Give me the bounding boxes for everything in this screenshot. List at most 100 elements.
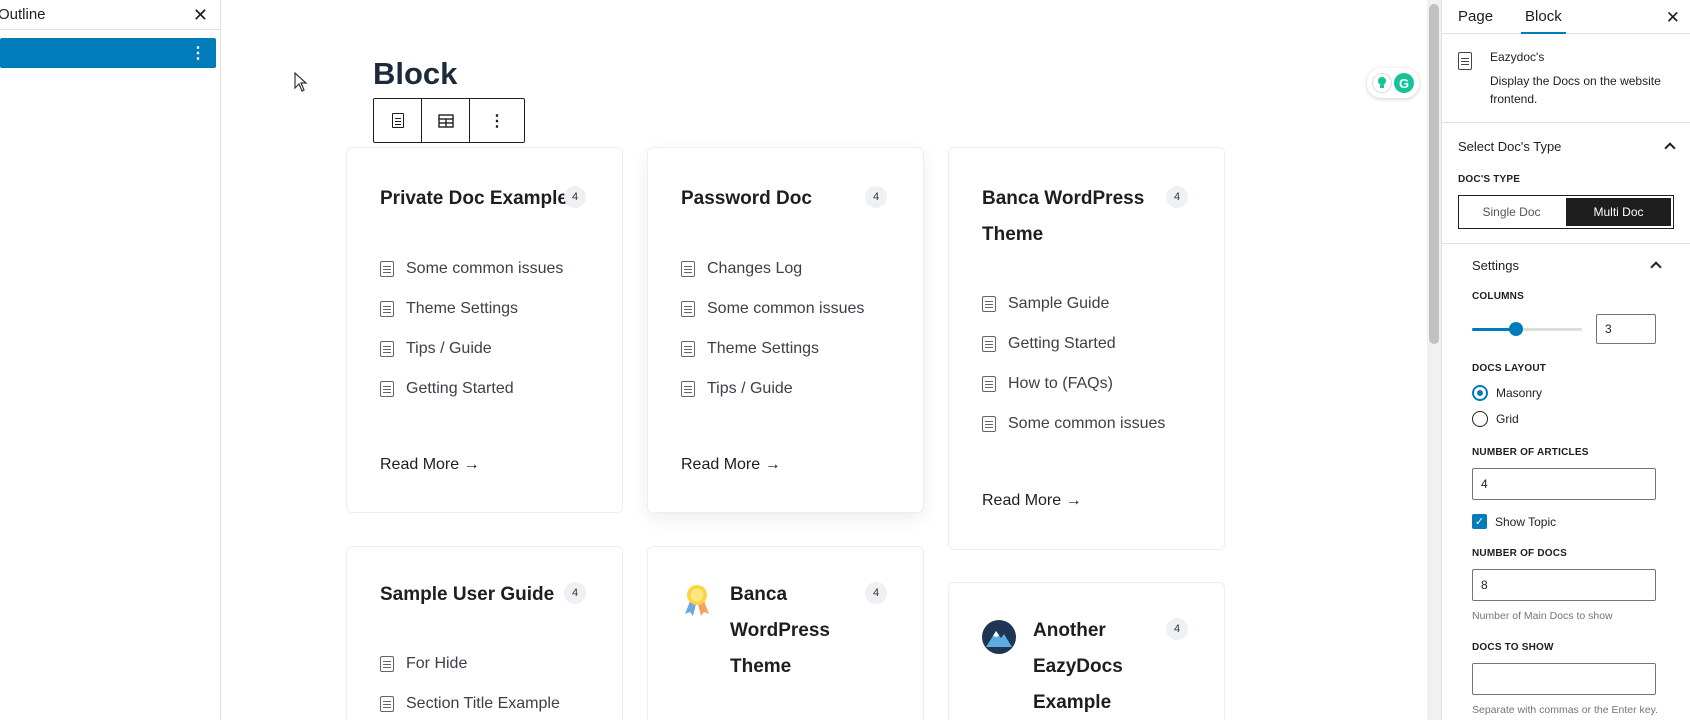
tab-page[interactable]: Page xyxy=(1442,0,1509,33)
more-options-button[interactable]: ⋮ xyxy=(470,99,524,142)
canvas-scrollbar[interactable] xyxy=(1427,0,1441,720)
layout-option-masonry[interactable]: Masonry xyxy=(1472,380,1660,406)
editor-screen: Outline ✕ ⋮ Block ⋮ G Private Doc Exampl… xyxy=(0,0,1690,720)
document-icon xyxy=(380,656,394,672)
number-of-docs-label: NUMBER OF DOCS xyxy=(1472,548,1568,559)
doc-article-link[interactable]: Theme Settings xyxy=(380,289,563,329)
docs-to-show-label: DOCS TO SHOW xyxy=(1472,642,1554,653)
doc-article-link[interactable]: Some common issues xyxy=(681,289,864,329)
grammarly-widget[interactable]: G xyxy=(1367,68,1419,98)
document-icon xyxy=(982,336,996,352)
doc-article-link[interactable]: Some common issues xyxy=(982,404,1165,444)
docs-type-toggle: Single Doc Multi Doc xyxy=(1458,195,1674,229)
multi-doc-option[interactable]: Multi Doc xyxy=(1566,198,1671,226)
document-icon xyxy=(982,296,996,312)
doc-article-link[interactable]: Sample Guide xyxy=(982,284,1165,324)
checkmark-icon: ✓ xyxy=(1472,514,1487,529)
doc-card: Private Doc Example 4 Some common issues… xyxy=(346,147,623,513)
doc-card-title[interactable]: Another EazyDocs Example xyxy=(1033,613,1123,720)
doc-article-link[interactable]: Section Title Example xyxy=(380,684,560,720)
table-icon xyxy=(437,113,454,128)
document-icon xyxy=(681,381,695,397)
radio-unselected xyxy=(1472,411,1488,427)
columns-input[interactable]: 3 xyxy=(1596,314,1656,344)
slider-handle[interactable] xyxy=(1509,322,1523,336)
read-more-link[interactable]: Read More → xyxy=(982,492,1082,510)
doc-card-title[interactable]: Private Doc Example xyxy=(380,181,568,217)
chevron-up-icon xyxy=(1650,261,1662,273)
number-of-articles-label: NUMBER OF ARTICLES xyxy=(1472,447,1589,458)
close-icon[interactable]: ✕ xyxy=(193,6,208,24)
block-description: Display the Docs on the website frontend… xyxy=(1490,74,1661,106)
doc-article-link[interactable]: Getting Started xyxy=(982,324,1165,364)
document-icon xyxy=(380,381,394,397)
docs-layout-label: DOCS LAYOUT xyxy=(1472,363,1547,374)
outline-title: Outline xyxy=(0,6,46,23)
doc-card-title[interactable]: Banca WordPress Theme xyxy=(982,181,1144,253)
panel-title: Settings xyxy=(1472,257,1519,273)
columns-slider[interactable] xyxy=(1472,322,1582,336)
show-topic-checkbox[interactable]: ✓ Show Topic xyxy=(1472,514,1660,529)
block-card: Eazydoc's Display the Docs on the websit… xyxy=(1442,34,1690,123)
mountain-icon xyxy=(982,620,1016,654)
doc-card: Banca WordPress Theme 4 Sample Guide Get… xyxy=(948,147,1225,550)
doc-article-list: Some common issues Theme Settings Tips /… xyxy=(380,249,563,409)
sidebar-tabs: Page Block ✕ xyxy=(1442,0,1690,34)
more-vertical-icon: ⋮ xyxy=(489,112,505,130)
close-icon[interactable]: ✕ xyxy=(1666,8,1680,28)
number-of-articles-input[interactable]: 4 xyxy=(1472,468,1656,500)
doc-card: Password Doc 4 Changes Log Some common i… xyxy=(647,147,924,513)
document-icon xyxy=(391,113,404,128)
settings-panel: Settings COLUMNS 3 DOCS LAYOUT Masonry G… xyxy=(1442,243,1690,717)
doc-count-badge: 4 xyxy=(865,582,887,604)
doc-article-link[interactable]: How to (FAQs) xyxy=(982,364,1165,404)
read-more-link[interactable]: Read More → xyxy=(681,456,781,474)
doc-article-link[interactable]: Some common issues xyxy=(380,249,563,289)
block-type-button[interactable] xyxy=(374,99,422,142)
docs-to-show-input[interactable] xyxy=(1472,663,1656,695)
outline-panel: Outline ✕ ⋮ xyxy=(0,0,221,720)
block-name: Eazydoc's xyxy=(1490,50,1545,64)
outline-selected-block[interactable]: ⋮ xyxy=(0,38,216,68)
doc-card-title[interactable]: Sample User Guide xyxy=(380,577,554,613)
document-icon xyxy=(681,261,695,277)
more-options-icon[interactable]: ⋮ xyxy=(190,43,206,63)
doc-article-link[interactable]: Changes Log xyxy=(681,249,864,289)
document-icon xyxy=(380,341,394,357)
doc-card-title[interactable]: Banca WordPress Theme xyxy=(730,577,830,685)
doc-article-link[interactable]: Tips / Guide xyxy=(380,329,563,369)
single-doc-option[interactable]: Single Doc xyxy=(1459,196,1564,228)
chevron-up-icon xyxy=(1664,142,1676,154)
document-icon xyxy=(982,376,996,392)
doc-card-title[interactable]: Password Doc xyxy=(681,181,812,217)
tab-block[interactable]: Block xyxy=(1509,0,1578,34)
lightbulb-icon[interactable] xyxy=(1372,73,1392,93)
doc-article-list: Changes Log Some common issues Theme Set… xyxy=(681,249,864,409)
document-icon xyxy=(380,261,394,277)
radio-selected xyxy=(1472,385,1488,401)
document-icon xyxy=(1458,52,1472,70)
document-icon xyxy=(681,341,695,357)
doc-card: Sample User Guide 4 For Hide Section Tit… xyxy=(346,546,623,720)
layout-option-grid[interactable]: Grid xyxy=(1472,406,1660,432)
panel-title: Select Doc's Type xyxy=(1458,138,1562,154)
grammarly-icon[interactable]: G xyxy=(1394,73,1414,93)
doc-article-link[interactable]: Theme Settings xyxy=(681,329,864,369)
doc-article-link[interactable]: Getting Started xyxy=(380,369,563,409)
read-more-link[interactable]: Read More → xyxy=(380,456,480,474)
doc-article-link[interactable]: Tips / Guide xyxy=(681,369,864,409)
scrollbar-thumb[interactable] xyxy=(1429,4,1439,344)
number-of-docs-input[interactable]: 8 xyxy=(1472,569,1656,601)
layout-button[interactable] xyxy=(422,99,470,142)
settings-panel-toggle[interactable]: Settings xyxy=(1442,244,1690,286)
number-of-docs-help: Number of Main Docs to show xyxy=(1472,610,1613,622)
doc-count-badge: 4 xyxy=(564,186,586,208)
editor-canvas: Block ⋮ G Private Doc Example 4 Some com… xyxy=(221,0,1427,720)
document-icon xyxy=(681,301,695,317)
document-icon xyxy=(380,301,394,317)
doc-count-badge: 4 xyxy=(564,582,586,604)
columns-label: COLUMNS xyxy=(1472,291,1524,302)
doc-article-link[interactable]: For Hide xyxy=(380,644,560,684)
doc-count-badge: 4 xyxy=(1166,186,1188,208)
select-docs-type-panel-toggle[interactable]: Select Doc's Type xyxy=(1442,123,1690,169)
